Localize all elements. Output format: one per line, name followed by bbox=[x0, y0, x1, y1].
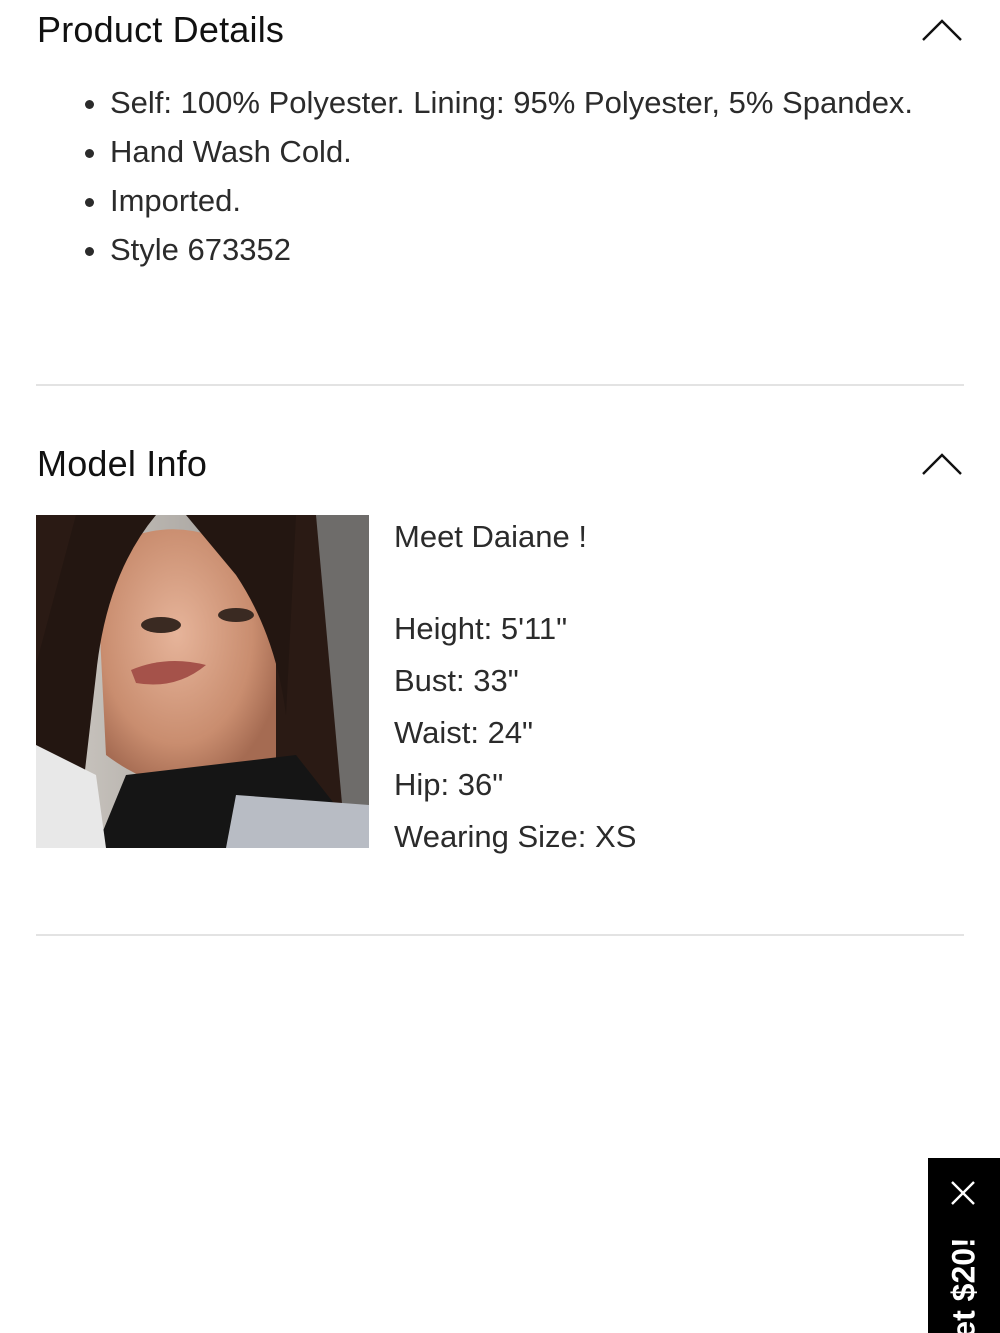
list-item: Self: 100% Polyester. Lining: 95% Polyes… bbox=[110, 78, 913, 127]
section-divider bbox=[36, 384, 964, 386]
model-description: Meet Daiane ! Height: 5'11" Bust: 33" Wa… bbox=[394, 515, 636, 863]
model-stat-size: Wearing Size: XS bbox=[394, 819, 637, 854]
section-divider bbox=[36, 934, 964, 936]
chevron-up-icon[interactable] bbox=[920, 449, 964, 479]
product-details-header[interactable]: Product Details bbox=[37, 5, 964, 55]
model-greeting: Meet Daiane ! bbox=[394, 519, 587, 554]
product-info-page: Product Details Self: 100% Polyester. Li… bbox=[0, 0, 1000, 1333]
model-info-header[interactable]: Model Info bbox=[37, 439, 964, 489]
model-stats: Height: 5'11" Bust: 33" Waist: 24" Hip: … bbox=[394, 603, 636, 863]
promo-tab[interactable]: et $20! bbox=[928, 1158, 1000, 1333]
product-details-title: Product Details bbox=[37, 9, 285, 50]
list-item: Imported. bbox=[110, 176, 913, 225]
promo-text[interactable]: et $20! bbox=[946, 1237, 983, 1333]
close-icon[interactable] bbox=[950, 1180, 976, 1206]
model-stat-height: Height: 5'11" bbox=[394, 611, 568, 646]
product-details-list: Self: 100% Polyester. Lining: 95% Polyes… bbox=[80, 78, 913, 274]
model-stat-bust: Bust: 33" bbox=[394, 663, 519, 698]
list-item: Hand Wash Cold. bbox=[110, 127, 913, 176]
model-info-title: Model Info bbox=[37, 443, 208, 484]
chevron-up-icon[interactable] bbox=[920, 15, 964, 45]
model-photo bbox=[36, 515, 369, 848]
list-item: Style 673352 bbox=[110, 225, 913, 274]
model-stat-hip: Hip: 36" bbox=[394, 767, 504, 802]
model-stat-waist: Waist: 24" bbox=[394, 715, 534, 750]
